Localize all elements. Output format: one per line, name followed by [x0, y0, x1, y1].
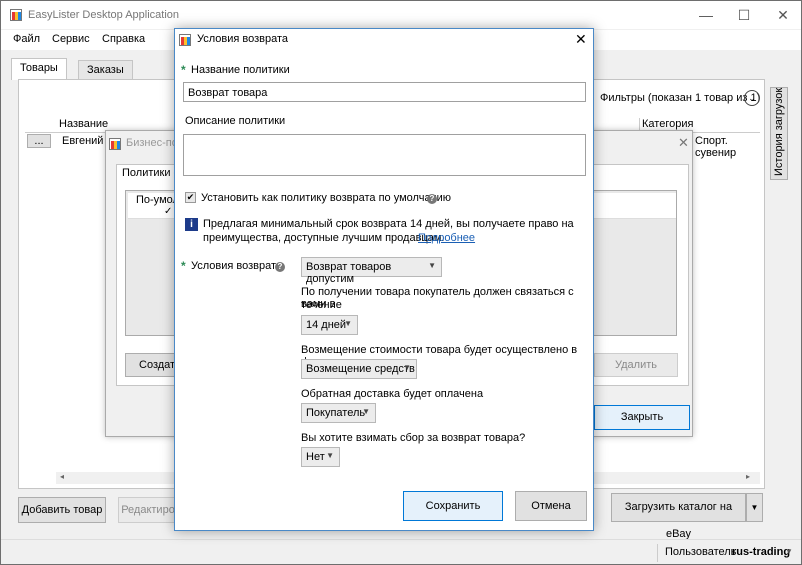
dialog-logo-icon	[179, 34, 191, 46]
default-policy-label: Установить как политику возврата по умол…	[201, 192, 452, 204]
column-category[interactable]: Категория	[639, 118, 693, 130]
return-policy-dialog: Условия возврата ✕ * Название политики В…	[174, 28, 594, 531]
dialog-logo-icon	[109, 138, 121, 150]
info-text-line1: Предлагая минимальный срок возврата 14 д…	[203, 218, 574, 230]
upload-catalog-button[interactable]: Загрузить каталог на eBay	[611, 493, 746, 540]
app-logo-icon	[10, 9, 22, 21]
contact-label-line1: По получении товара покупатель должен св…	[301, 286, 574, 310]
contact-period-value: 14 дней	[306, 319, 347, 331]
shipping-label: Обратная доставка будет оплачена	[301, 388, 484, 400]
chevron-down-icon: ▼	[326, 451, 334, 460]
return-conditions-select[interactable]: Возврат товаров допустим ▼	[301, 257, 442, 285]
chevron-down-icon: ▼	[362, 407, 370, 416]
fee-value: Нет	[306, 451, 325, 463]
status-bar: Пользователь rus-trading ▼	[1, 539, 801, 564]
scroll-right-icon[interactable]: ▸	[746, 472, 750, 481]
shipping-payer-value: Покупатель	[306, 407, 366, 419]
return-conditions-label: Условия возврата	[191, 260, 283, 272]
history-side-tab[interactable]: История загрузок	[770, 87, 788, 180]
required-marker: *	[181, 63, 186, 77]
tab-orders[interactable]: Заказы	[78, 60, 133, 80]
contact-label-line2: течение	[301, 299, 342, 311]
status-user-label: Пользователь	[665, 546, 737, 558]
cancel-button[interactable]: Отмена	[515, 491, 587, 521]
menu-file[interactable]: Файл	[13, 33, 40, 45]
close-policies-button[interactable]: Закрыть	[594, 405, 690, 430]
dialog-title: Условия возврата	[197, 33, 289, 45]
main-titlebar: EasyLister Desktop Application — ☐ ✕	[1, 1, 801, 29]
refund-method-value: Возмещение средств	[306, 363, 415, 375]
return-conditions-value: Возврат товаров допустим	[306, 261, 392, 285]
history-side-tab-label: История загрузок	[773, 87, 785, 176]
policy-desc-textarea[interactable]	[183, 134, 586, 176]
column-name[interactable]: Название	[59, 118, 108, 130]
policy-name-value: Возврат товара	[188, 87, 268, 99]
add-product-button[interactable]: Добавить товар	[18, 497, 106, 523]
close-icon[interactable]: ✕	[775, 7, 791, 23]
policy-name-input[interactable]: Возврат товара	[183, 82, 586, 102]
app-title: EasyLister Desktop Application	[28, 9, 180, 21]
more-info-link[interactable]: Подробнее	[418, 232, 475, 244]
scroll-left-icon[interactable]: ◂	[60, 472, 64, 481]
chevron-down-icon: ▼	[428, 261, 436, 270]
default-check-icon: ✓	[164, 206, 173, 217]
shipping-payer-select[interactable]: Покупатель ▼	[301, 403, 376, 423]
row-category: Спорт. сувенир	[695, 135, 737, 159]
maximize-icon[interactable]: ☐	[736, 7, 752, 23]
user-dropdown-icon[interactable]: ▼	[785, 547, 793, 556]
bg-dialog-close-icon[interactable]: ✕	[678, 135, 689, 151]
menu-help[interactable]: Справка	[102, 33, 145, 45]
default-policy-checkbox[interactable]: ✔	[185, 192, 196, 203]
menu-service[interactable]: Сервис	[52, 33, 90, 45]
edit-product-button[interactable]: Редактиро	[118, 497, 178, 523]
refund-method-select[interactable]: Возмещение средств ▼	[301, 359, 417, 379]
filters-expand-icon[interactable]: ⌄	[744, 90, 760, 106]
tab-products[interactable]: Товары	[11, 58, 67, 80]
save-button[interactable]: Сохранить	[403, 491, 503, 521]
info-icon: i	[185, 218, 198, 231]
policy-desc-label: Описание политики	[185, 115, 286, 127]
info-text-line2: преимущества, доступные лучшим продавцам…	[203, 232, 445, 244]
fee-label: Вы хотите взимать сбор за возврат товара…	[301, 432, 526, 444]
policy-name-label: Название политики	[191, 64, 290, 76]
policies-group-label: Политики о	[122, 167, 180, 179]
fee-select[interactable]: Нет ▼	[301, 447, 340, 467]
upload-dropdown-icon[interactable]: ▼	[746, 493, 763, 522]
help-icon[interactable]: ?	[427, 194, 437, 204]
filters-label: Фильтры (показан 1 товар из 1)	[600, 92, 761, 104]
row-ellipsis-button[interactable]: ...	[27, 134, 51, 148]
minimize-icon[interactable]: —	[698, 7, 714, 23]
status-user-name[interactable]: rus-trading	[732, 546, 790, 558]
delete-policy-button[interactable]: Удалить	[594, 353, 678, 377]
help-icon[interactable]: ?	[275, 262, 285, 272]
chevron-down-icon: ▼	[403, 363, 411, 372]
dialog-close-icon[interactable]: ✕	[575, 31, 587, 48]
chevron-down-icon: ▼	[344, 319, 352, 328]
required-marker: *	[181, 259, 186, 273]
create-policy-button[interactable]: Создат	[125, 353, 179, 377]
contact-period-select[interactable]: 14 дней ▼	[301, 315, 358, 335]
